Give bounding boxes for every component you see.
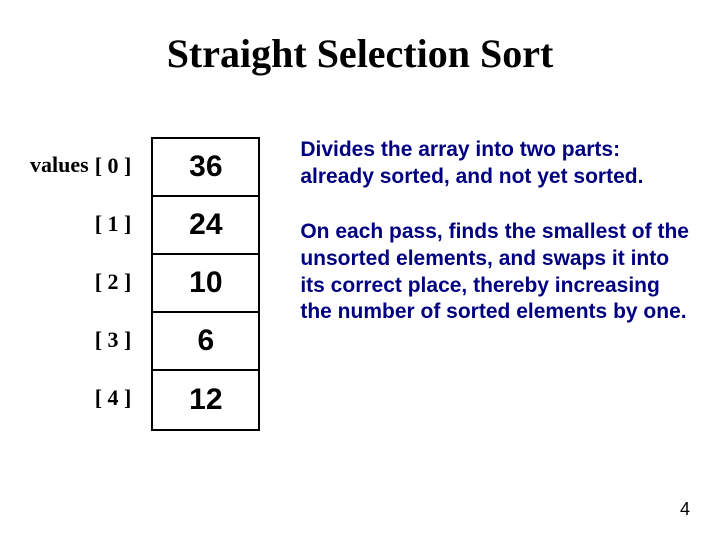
array-index: [ 4 ] <box>95 369 132 427</box>
array-box: 36 24 10 6 12 <box>151 137 260 431</box>
array-cell: 10 <box>153 255 258 313</box>
array-cell: 24 <box>153 197 258 255</box>
array-index: [ 3 ] <box>95 311 132 369</box>
page-title: Straight Selection Sort <box>0 0 720 77</box>
array-index: [ 1 ] <box>95 195 132 253</box>
array-cell: 12 <box>153 371 258 429</box>
index-column: [ 0 ] [ 1 ] [ 2 ] [ 3 ] [ 4 ] <box>95 137 152 427</box>
array-cell: 6 <box>153 313 258 371</box>
array-index: [ 0 ] <box>95 137 132 195</box>
content-area: values [ 0 ] [ 1 ] [ 2 ] [ 3 ] [ 4 ] 36 … <box>0 77 720 431</box>
values-label: values <box>30 137 95 178</box>
description-paragraph-1: Divides the array into two parts: alread… <box>300 137 690 191</box>
page-number: 4 <box>680 499 690 520</box>
array-cell: 36 <box>153 139 258 197</box>
description-section: Divides the array into two parts: alread… <box>260 137 690 431</box>
description-paragraph-2: On each pass, finds the smallest of the … <box>300 219 690 327</box>
array-index: [ 2 ] <box>95 253 132 311</box>
array-section: values [ 0 ] [ 1 ] [ 2 ] [ 3 ] [ 4 ] 36 … <box>30 137 260 431</box>
